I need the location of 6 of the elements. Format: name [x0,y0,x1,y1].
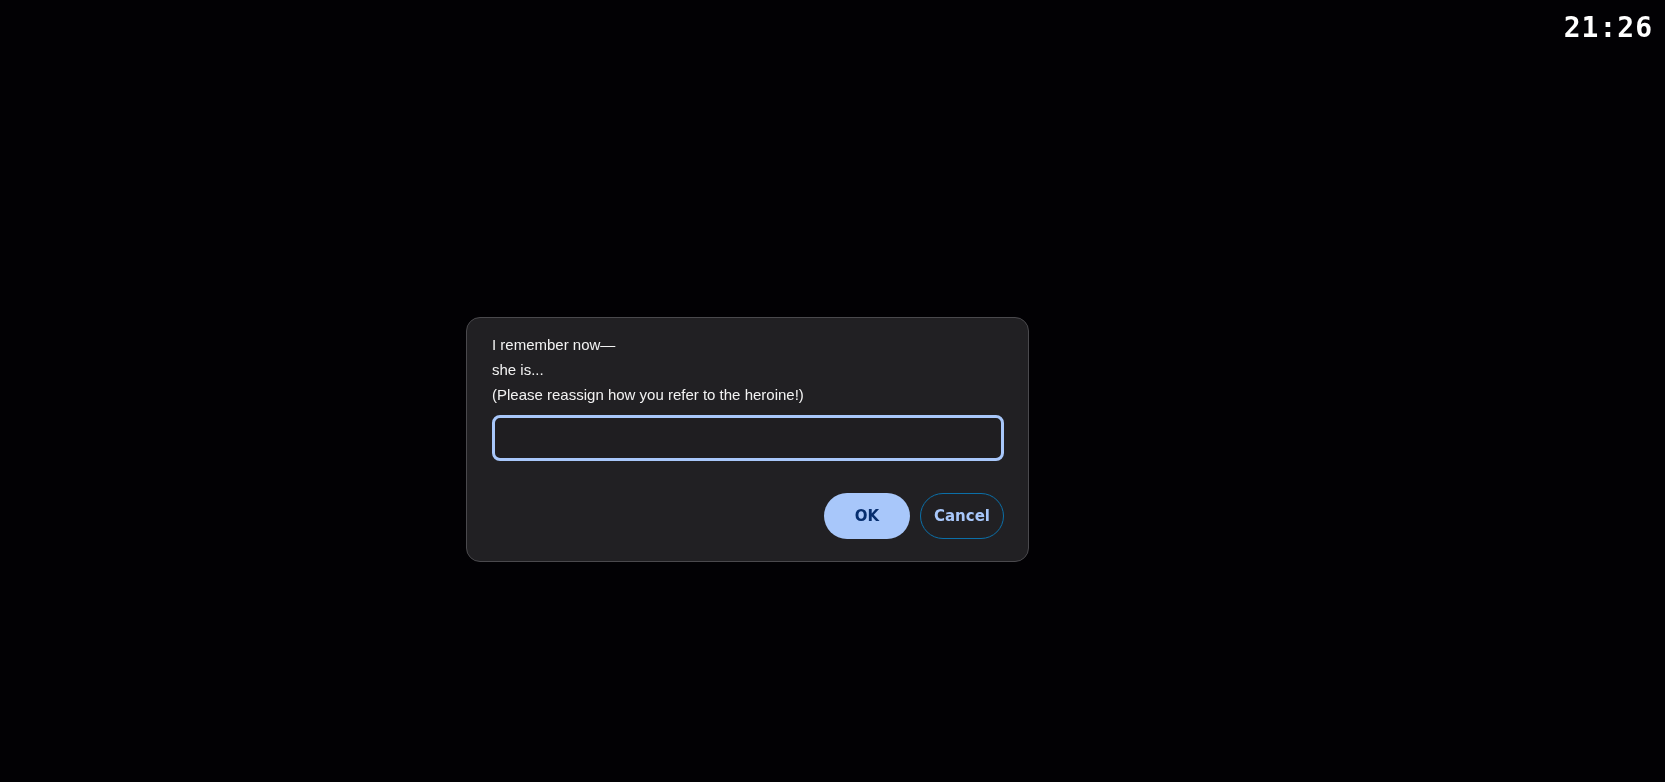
input-field[interactable] [492,415,1004,461]
ok-button[interactable]: OK [824,493,910,539]
clock-time: 21:26 [1563,14,1653,42]
message-line: (Please reassign how you refer to the heroine!) [492,385,805,405]
message-line: I remember now— [492,335,617,355]
message-line: she is... [492,360,545,380]
